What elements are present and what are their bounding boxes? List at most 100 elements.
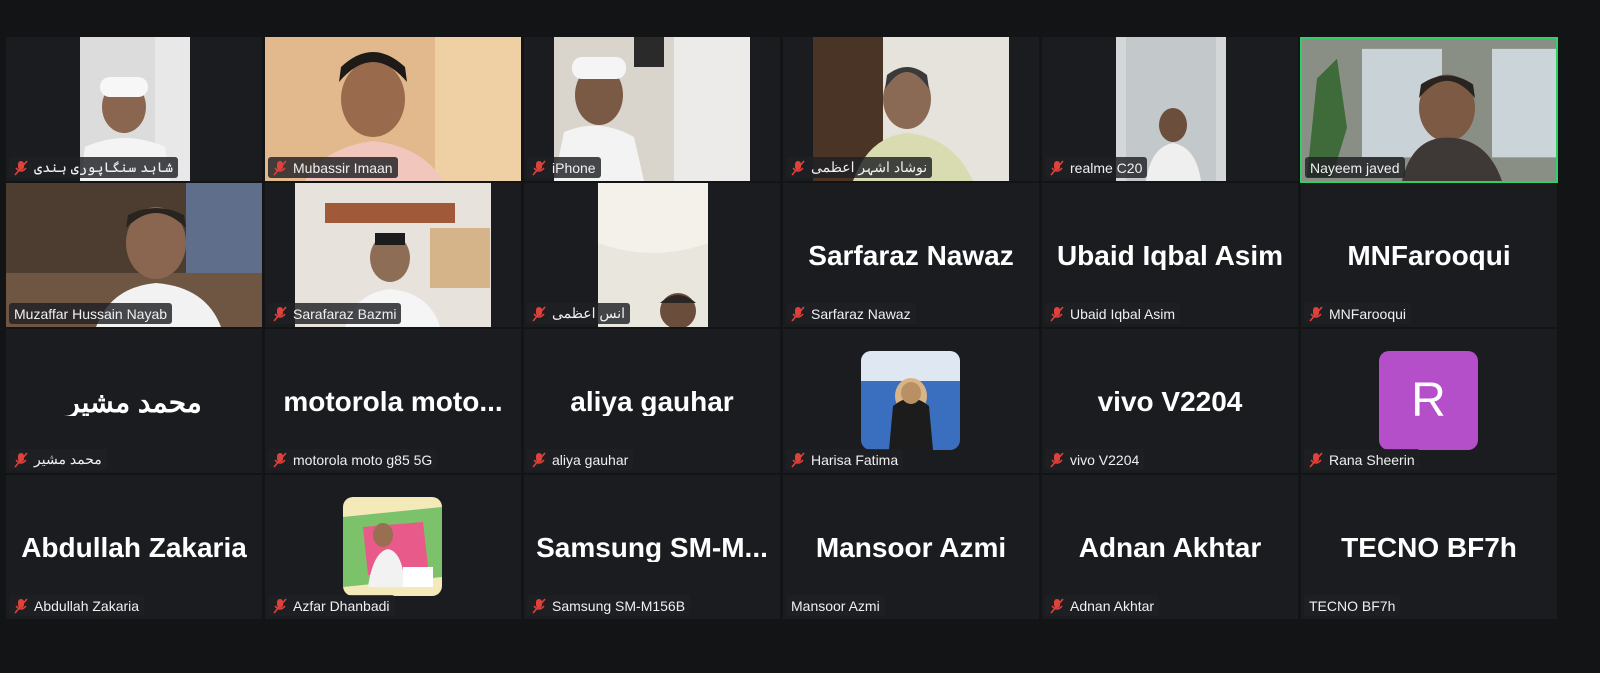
participant-tile[interactable]: aliya gauhar aliya gauhar xyxy=(524,329,780,473)
participant-tile[interactable]: Harisa Fatima xyxy=(783,329,1039,473)
participant-name-bar: شاہد سنگاپوری ہندی xyxy=(9,157,179,178)
participant-name: Rana Sheerin xyxy=(1329,451,1415,468)
participant-name-bar: Azfar Dhanbadi xyxy=(268,595,395,616)
participant-tile[interactable]: محمد مشیر محمد مشیر xyxy=(6,329,262,473)
participant-tile[interactable]: Mansoor Azmi Mansoor Azmi xyxy=(783,475,1039,619)
display-name: Adnan Akhtar xyxy=(1078,532,1262,562)
participant-name: Sarafaraz Bazmi xyxy=(293,305,397,322)
participant-name-bar: TECNO BF7h xyxy=(1304,595,1401,616)
display-name: Sarfaraz Nawaz xyxy=(808,240,1014,270)
participant-tile[interactable]: Mubassir Imaan xyxy=(265,37,521,181)
participant-name: شاہد سنگاپوری ہندی xyxy=(34,159,174,175)
muted-mic-icon xyxy=(530,597,548,615)
participant-tile[interactable]: TECNO BF7h TECNO BF7h xyxy=(1301,475,1557,619)
muted-mic-icon xyxy=(1048,159,1066,177)
participant-name-bar: Adnan Akhtar xyxy=(1045,595,1160,616)
participant-name: iPhone xyxy=(552,159,596,176)
active-speaker-tile[interactable]: Nayeem javed xyxy=(1300,37,1558,183)
participant-tile[interactable]: Adnan Akhtar Adnan Akhtar xyxy=(1042,475,1298,619)
participant-name-bar: vivo V2204 xyxy=(1045,449,1145,470)
muted-mic-icon xyxy=(1048,451,1066,469)
participant-name-bar: Ubaid Iqbal Asim xyxy=(1045,303,1181,324)
participant-name: Mubassir Imaan xyxy=(293,159,393,176)
profile-photo-avatar xyxy=(343,497,442,596)
participant-tile[interactable]: Azfar Dhanbadi xyxy=(265,475,521,619)
participant-tile[interactable]: MNFarooqui MNFarooqui xyxy=(1301,183,1557,327)
participant-name-bar: realme C20 xyxy=(1045,157,1148,178)
display-name: motorola moto... xyxy=(283,386,503,416)
participant-tile[interactable]: Muzaffar Hussain Nayab xyxy=(6,183,262,327)
muted-mic-icon xyxy=(12,159,30,177)
muted-mic-icon xyxy=(530,159,548,177)
participant-name: انس اعظمی xyxy=(552,305,626,321)
muted-mic-icon xyxy=(271,597,289,615)
display-name: Samsung SM-M... xyxy=(536,532,768,562)
participant-name-bar: Harisa Fatima xyxy=(786,449,904,470)
participant-name-bar: محمد مشیر xyxy=(9,449,107,470)
participant-name: aliya gauhar xyxy=(552,451,629,468)
participant-name: نوشاد اشہر اعظمی xyxy=(811,159,928,175)
muted-mic-icon xyxy=(789,159,807,177)
display-name: MNFarooqui xyxy=(1347,240,1511,270)
participant-tile[interactable]: Sarfaraz Nawaz Sarfaraz Nawaz xyxy=(783,183,1039,327)
participant-name: Mansoor Azmi xyxy=(791,597,880,614)
participant-name: motorola moto g85 5G xyxy=(293,451,433,468)
profile-photo-avatar xyxy=(861,351,960,450)
participant-name-bar: انس اعظمی xyxy=(527,303,631,324)
participant-tile[interactable]: Samsung SM-M... Samsung SM-M156B xyxy=(524,475,780,619)
participant-name-bar: Sarfaraz Nawaz xyxy=(786,303,916,324)
display-name: vivo V2204 xyxy=(1097,386,1243,416)
muted-mic-icon xyxy=(12,597,30,615)
muted-mic-icon xyxy=(789,305,807,323)
participant-name-bar: iPhone xyxy=(527,157,601,178)
participant-name: Sarfaraz Nawaz xyxy=(811,305,911,322)
display-name: TECNO BF7h xyxy=(1341,532,1517,562)
participant-name: Ubaid Iqbal Asim xyxy=(1070,305,1176,322)
display-name: Mansoor Azmi xyxy=(815,532,1007,562)
participant-name: Azfar Dhanbadi xyxy=(293,597,390,614)
participant-tile[interactable]: realme C20 xyxy=(1042,37,1298,181)
muted-mic-icon xyxy=(1048,305,1066,323)
participant-tile[interactable]: R Rana Sheerin xyxy=(1301,329,1557,473)
participant-name: محمد مشیر xyxy=(34,451,102,467)
participant-tile[interactable]: Abdullah Zakaria Abdullah Zakaria xyxy=(6,475,262,619)
participant-name-bar: motorola moto g85 5G xyxy=(268,449,438,470)
muted-mic-icon xyxy=(789,451,807,469)
participant-name-bar: نوشاد اشہر اعظمی xyxy=(786,157,933,178)
participant-tile[interactable]: نوشاد اشہر اعظمی xyxy=(783,37,1039,181)
participant-name: Muzaffar Hussain Nayab xyxy=(14,305,168,322)
participant-tile[interactable]: Sarafaraz Bazmi xyxy=(265,183,521,327)
participant-tile[interactable]: motorola moto... motorola moto g85 5G xyxy=(265,329,521,473)
muted-mic-icon xyxy=(530,451,548,469)
muted-mic-icon xyxy=(1307,451,1325,469)
letter-avatar: R xyxy=(1379,351,1478,450)
participant-name: Abdullah Zakaria xyxy=(34,597,140,614)
participant-tile[interactable]: شاہد سنگاپوری ہندی xyxy=(6,37,262,181)
participant-name: vivo V2204 xyxy=(1070,451,1140,468)
participant-name-bar: Muzaffar Hussain Nayab xyxy=(9,303,173,324)
participant-name-bar: Abdullah Zakaria xyxy=(9,595,145,616)
participant-name-bar: MNFarooqui xyxy=(1304,303,1412,324)
muted-mic-icon xyxy=(1048,597,1066,615)
participant-name: Samsung SM-M156B xyxy=(552,597,686,614)
muted-mic-icon xyxy=(12,451,30,469)
participant-name: realme C20 xyxy=(1070,159,1143,176)
participant-name: Harisa Fatima xyxy=(811,451,899,468)
participant-name-bar: Mubassir Imaan xyxy=(268,157,398,178)
muted-mic-icon xyxy=(271,451,289,469)
display-name: Ubaid Iqbal Asim xyxy=(1056,240,1284,270)
participant-tile[interactable]: vivo V2204 vivo V2204 xyxy=(1042,329,1298,473)
participant-tile[interactable]: iPhone xyxy=(524,37,780,181)
display-name: aliya gauhar xyxy=(570,386,734,416)
muted-mic-icon xyxy=(271,305,289,323)
participant-name: TECNO BF7h xyxy=(1309,597,1396,614)
muted-mic-icon xyxy=(530,305,548,323)
display-name: محمد مشیر xyxy=(66,387,202,416)
participant-tile[interactable]: Ubaid Iqbal Asim Ubaid Iqbal Asim xyxy=(1042,183,1298,327)
participant-tile[interactable]: انس اعظمی xyxy=(524,183,780,327)
participant-name-bar: Rana Sheerin xyxy=(1304,449,1420,470)
participant-name-bar: Nayeem javed xyxy=(1305,157,1405,178)
participant-name: Adnan Akhtar xyxy=(1070,597,1155,614)
participant-name: Nayeem javed xyxy=(1310,159,1400,176)
participant-name-bar: Mansoor Azmi xyxy=(786,595,885,616)
